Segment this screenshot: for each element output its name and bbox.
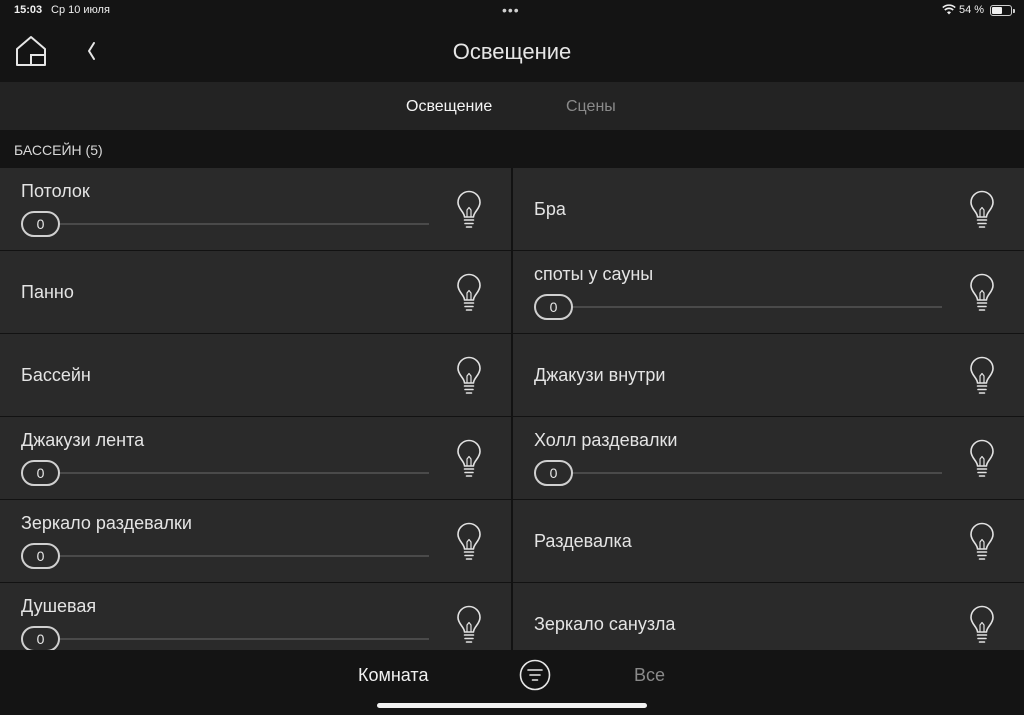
light-tile[interactable]: Бра bbox=[513, 168, 1024, 250]
light-name: Бра bbox=[534, 199, 566, 219]
lightbulb-icon[interactable] bbox=[455, 190, 483, 230]
light-name: Холл раздевалки bbox=[534, 430, 678, 450]
lightbulb-icon[interactable] bbox=[455, 605, 483, 645]
light-name: споты у сауны bbox=[534, 264, 654, 284]
light-tile[interactable]: Панно bbox=[0, 251, 511, 333]
battery-percent: 54 % bbox=[959, 4, 985, 16]
lightbulb-icon[interactable] bbox=[968, 439, 996, 479]
lights-grid: Потолок 0 Бра Панно споты у сауны 0 Бассейн Джа… bbox=[0, 168, 1024, 650]
multitasking-dots-icon[interactable]: ••• bbox=[502, 2, 520, 18]
status-date: Ср 10 июля bbox=[51, 4, 110, 16]
tab-bar: Освещение Сцены bbox=[0, 82, 1024, 130]
slider-thumb[interactable]: 0 bbox=[21, 460, 60, 486]
slider-track[interactable] bbox=[534, 472, 942, 474]
light-tile[interactable]: Джакузи лента 0 bbox=[0, 417, 511, 499]
light-name: Душевая bbox=[21, 596, 97, 616]
app-header: Освещение bbox=[0, 22, 1024, 82]
home-indicator[interactable] bbox=[377, 703, 647, 708]
status-time: 15:03 bbox=[14, 4, 43, 16]
dimmer-slider[interactable]: 0 bbox=[21, 543, 429, 569]
slider-thumb[interactable]: 0 bbox=[21, 543, 60, 569]
dimmer-slider[interactable]: 0 bbox=[534, 294, 942, 320]
wifi-icon bbox=[942, 4, 956, 15]
slider-track[interactable] bbox=[21, 638, 429, 640]
slider-track[interactable] bbox=[21, 223, 429, 225]
light-name: Потолок bbox=[21, 181, 90, 201]
lightbulb-icon[interactable] bbox=[968, 190, 996, 230]
light-tile[interactable]: Потолок 0 bbox=[0, 168, 511, 250]
light-tile[interactable]: Зеркало санузла bbox=[513, 583, 1024, 650]
lightbulb-icon[interactable] bbox=[968, 356, 996, 396]
dimmer-slider[interactable]: 0 bbox=[21, 626, 429, 650]
slider-track[interactable] bbox=[534, 306, 942, 308]
light-tile[interactable]: Бассейн bbox=[0, 334, 511, 416]
dimmer-slider[interactable]: 0 bbox=[21, 460, 429, 486]
slider-track[interactable] bbox=[21, 555, 429, 557]
light-tile[interactable]: Холл раздевалки 0 bbox=[513, 417, 1024, 499]
light-name: Зеркало санузла bbox=[534, 614, 676, 634]
section-header: БАССЕЙН (5) bbox=[0, 130, 1024, 168]
lightbulb-icon[interactable] bbox=[455, 356, 483, 396]
light-tile[interactable]: споты у сауны 0 bbox=[513, 251, 1024, 333]
battery-icon bbox=[990, 5, 1015, 16]
light-name: Джакузи внутри bbox=[534, 365, 666, 385]
lightbulb-icon[interactable] bbox=[455, 522, 483, 562]
lightbulb-icon[interactable] bbox=[968, 605, 996, 645]
light-tile[interactable]: Зеркало раздевалки 0 bbox=[0, 500, 511, 582]
slider-thumb[interactable]: 0 bbox=[21, 211, 60, 237]
lightbulb-icon[interactable] bbox=[968, 522, 996, 562]
dimmer-slider[interactable]: 0 bbox=[534, 460, 942, 486]
section-title: БАССЕЙН (5) bbox=[14, 142, 103, 158]
slider-thumb[interactable]: 0 bbox=[21, 626, 60, 650]
battery-nub bbox=[1013, 9, 1015, 13]
lightbulb-icon[interactable] bbox=[455, 273, 483, 313]
page-title: Освещение bbox=[452, 39, 572, 64]
slider-track[interactable] bbox=[21, 472, 429, 474]
light-tile[interactable]: Раздевалка bbox=[513, 500, 1024, 582]
light-name: Раздевалка bbox=[534, 531, 632, 551]
slider-thumb[interactable]: 0 bbox=[534, 294, 573, 320]
tab-lighting[interactable]: Освещение bbox=[406, 98, 492, 116]
dimmer-slider[interactable]: 0 bbox=[21, 211, 429, 237]
light-tile[interactable]: Душевая 0 bbox=[0, 583, 511, 650]
light-name: Бассейн bbox=[21, 365, 91, 385]
light-name: Джакузи лента bbox=[21, 430, 145, 450]
room-filter-button[interactable]: Комната bbox=[358, 665, 428, 686]
filter-icon[interactable] bbox=[519, 659, 551, 691]
tab-scenes[interactable]: Сцены bbox=[566, 98, 616, 116]
all-filter-button[interactable]: Все bbox=[634, 665, 665, 686]
bottom-bar: Комната Все bbox=[0, 650, 1024, 715]
slider-thumb[interactable]: 0 bbox=[534, 460, 573, 486]
lightbulb-icon[interactable] bbox=[455, 439, 483, 479]
lightbulb-icon[interactable] bbox=[968, 273, 996, 313]
light-name: Панно bbox=[21, 282, 74, 302]
light-name: Зеркало раздевалки bbox=[21, 513, 192, 533]
light-tile[interactable]: Джакузи внутри bbox=[513, 334, 1024, 416]
battery-fill bbox=[992, 7, 1002, 14]
status-bar: 15:03 Ср 10 июля ••• 54 % bbox=[0, 0, 1024, 22]
